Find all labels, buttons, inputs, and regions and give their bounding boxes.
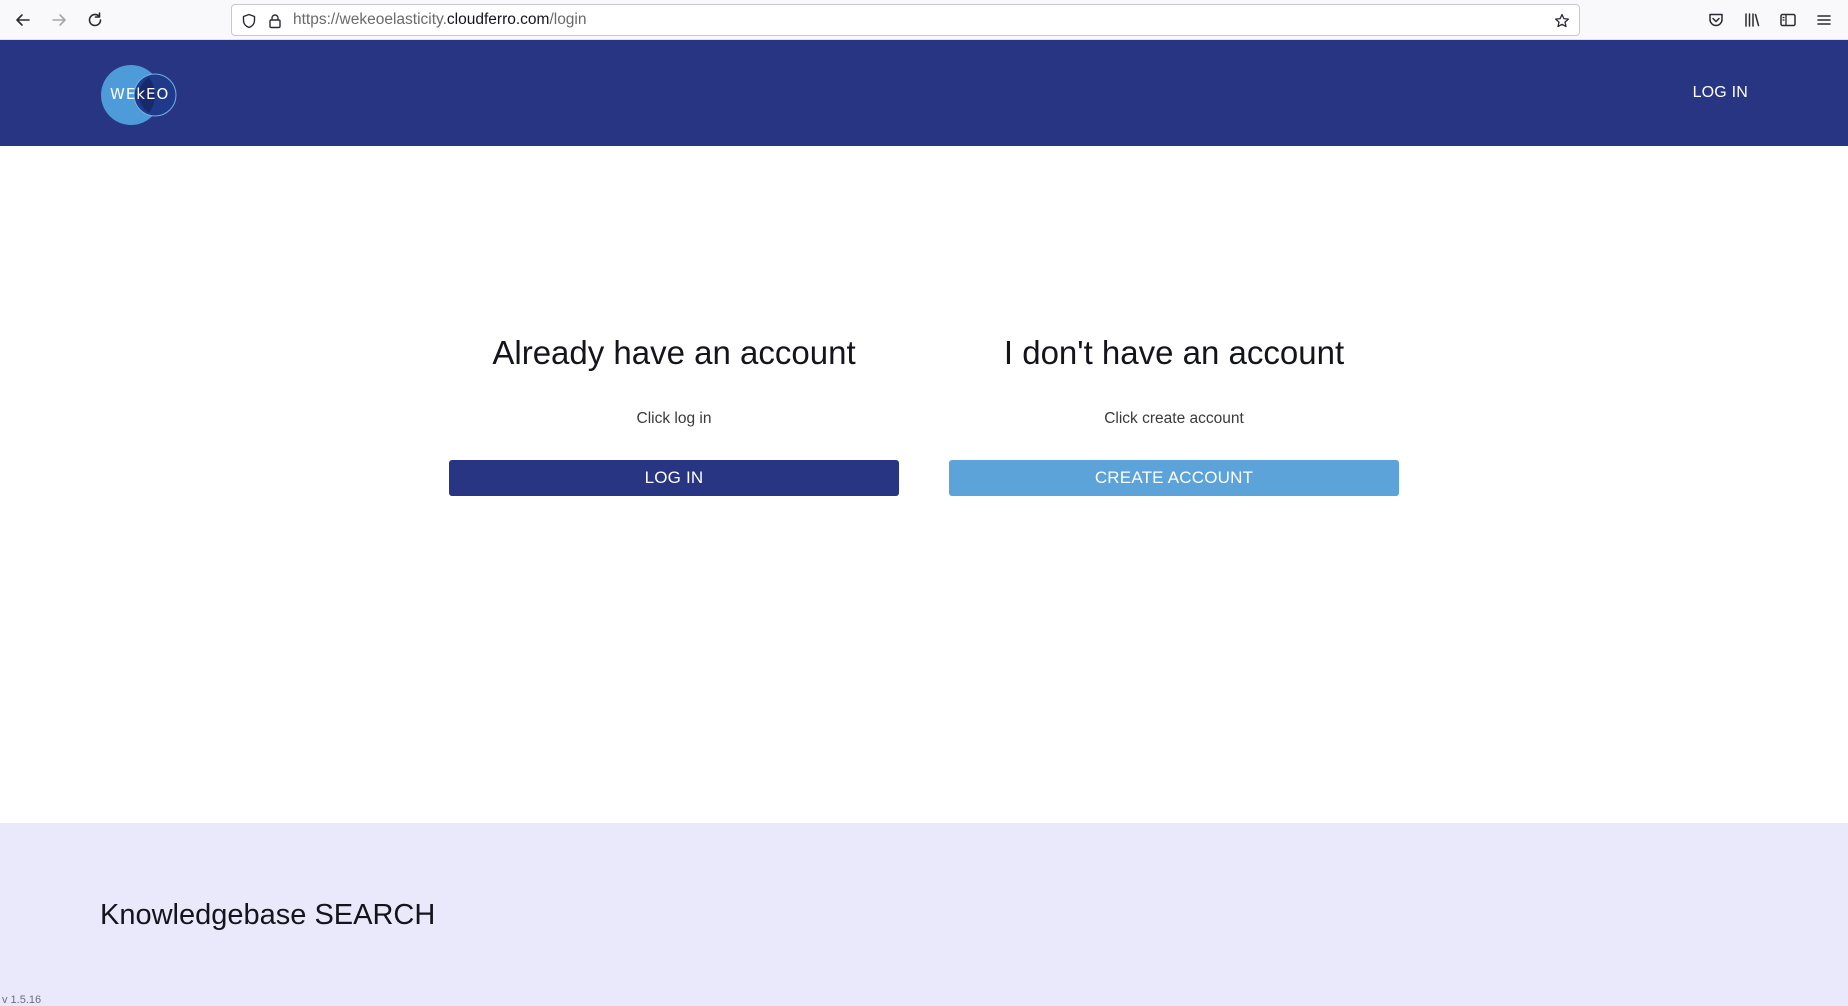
- header-login-link[interactable]: LOG IN: [1693, 40, 1748, 146]
- wekeo-logo[interactable]: WEkEO: [100, 64, 178, 126]
- site-header: WEkEO LOG IN: [0, 40, 1848, 146]
- url-path: /login: [549, 11, 587, 28]
- pocket-icon[interactable]: [1704, 8, 1728, 32]
- login-panel-subtitle: Click log in: [636, 410, 712, 427]
- login-panel-title: Already have an account: [492, 334, 856, 371]
- browser-toolbar: https://wekeoelasticity.cloudferro.com/l…: [0, 0, 1848, 40]
- version-label: v 1.5.16: [2, 994, 42, 1006]
- register-panel-subtitle: Click create account: [1104, 410, 1244, 427]
- logo-text: WEkEO: [110, 85, 170, 103]
- knowledgebase-search-title[interactable]: Knowledgebase SEARCH: [100, 899, 435, 932]
- reload-icon[interactable]: [83, 8, 107, 32]
- url-text[interactable]: https://wekeoelasticity.cloudferro.com/l…: [293, 5, 587, 35]
- menu-icon[interactable]: [1812, 8, 1836, 32]
- bookmark-star-icon[interactable]: [1553, 12, 1571, 30]
- lock-icon[interactable]: [266, 12, 284, 30]
- footer: Knowledgebase SEARCH v 1.5.16: [0, 823, 1848, 1006]
- create-account-button[interactable]: CREATE ACCOUNT: [949, 460, 1399, 496]
- address-bar[interactable]: https://wekeoelasticity.cloudferro.com/l…: [231, 4, 1580, 36]
- url-domain: cloudferro.com: [446, 11, 550, 28]
- forward-icon[interactable]: [47, 8, 71, 32]
- login-button[interactable]: LOG IN: [449, 460, 899, 496]
- register-panel: I don't have an account Click create acc…: [949, 330, 1399, 496]
- sidebar-icon[interactable]: [1776, 8, 1800, 32]
- shield-icon[interactable]: [240, 12, 258, 30]
- register-panel-title: I don't have an account: [1003, 334, 1345, 371]
- library-icon[interactable]: [1740, 8, 1764, 32]
- url-prefix: https://wekeoelasticity.: [293, 11, 447, 28]
- back-icon[interactable]: [11, 8, 35, 32]
- login-panel: Already have an account Click log in LOG…: [449, 330, 899, 496]
